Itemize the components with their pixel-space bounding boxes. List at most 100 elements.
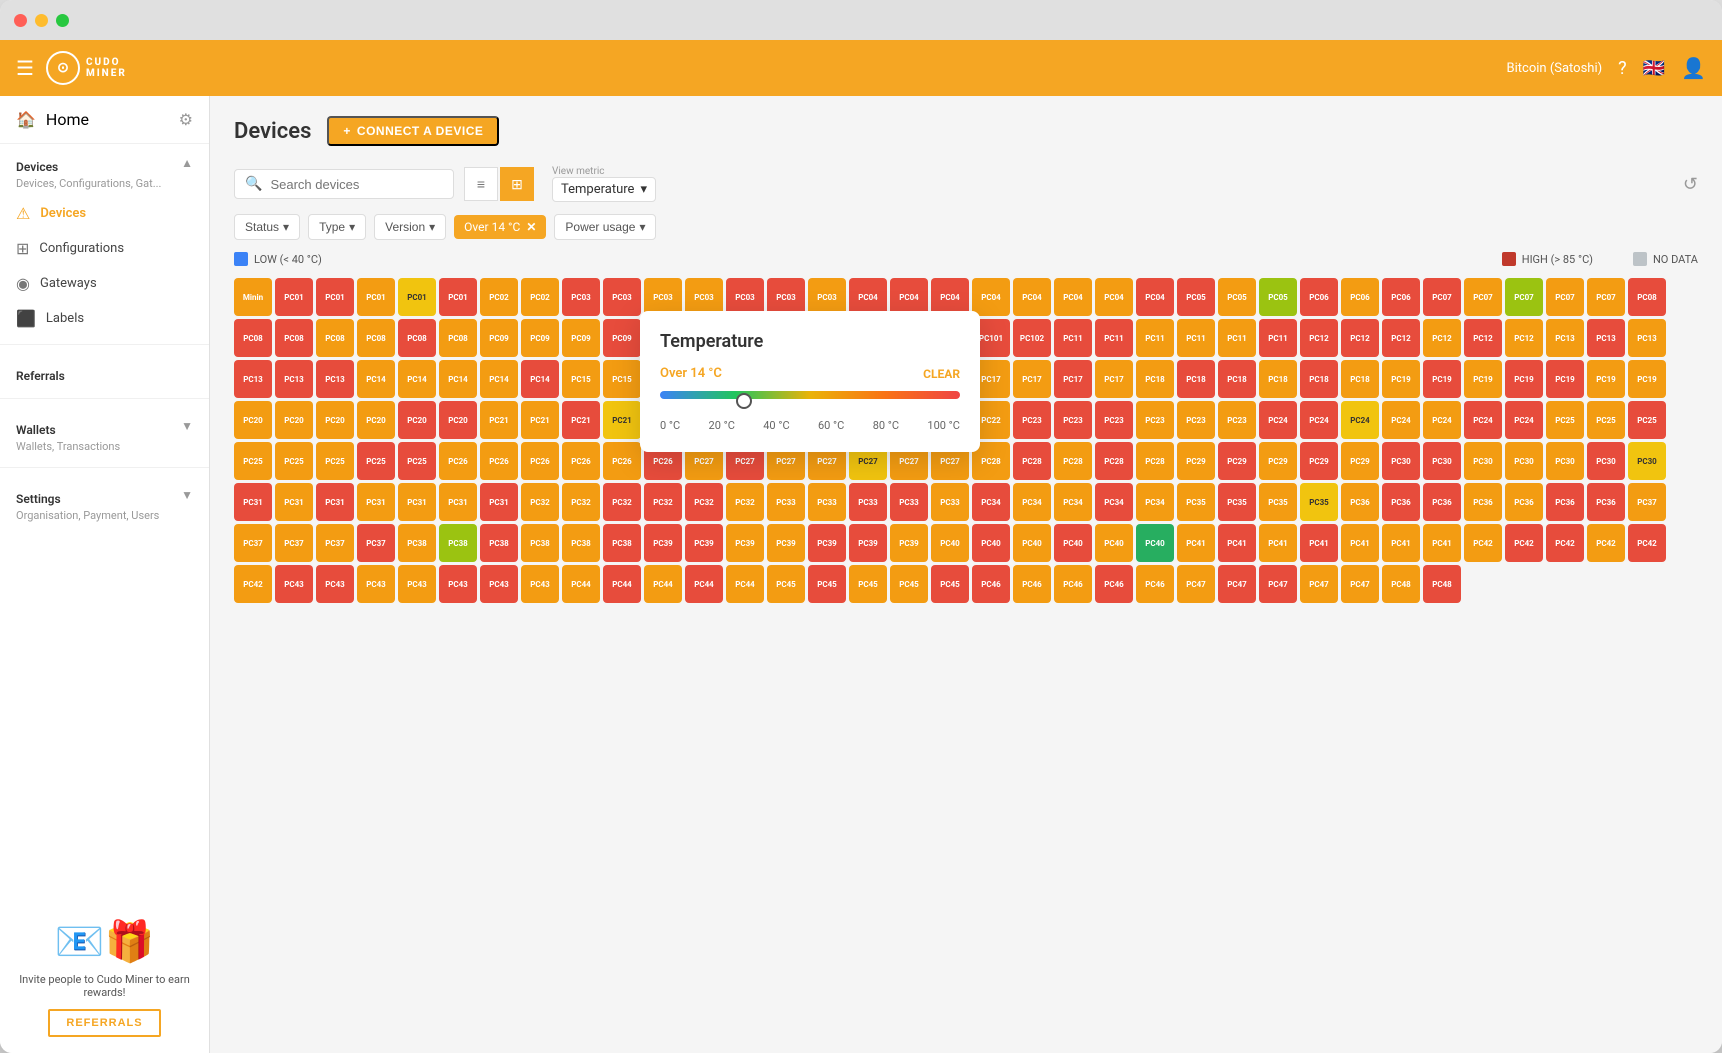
device-tile[interactable]: PC43	[439, 565, 477, 603]
device-tile[interactable]: PC17	[1013, 360, 1051, 398]
device-tile[interactable]: PC23	[1177, 401, 1215, 439]
device-tile[interactable]: PC25	[316, 442, 354, 480]
device-tile[interactable]: PC102	[1013, 319, 1051, 357]
sidebar-home[interactable]: 🏠 Home ⚙	[0, 96, 209, 144]
device-tile[interactable]: PC33	[808, 483, 846, 521]
device-tile[interactable]: PC26	[480, 442, 518, 480]
device-tile[interactable]: PC19	[1505, 360, 1543, 398]
device-tile[interactable]: PC09	[603, 319, 641, 357]
status-filter[interactable]: Status ▾	[234, 214, 300, 240]
device-tile[interactable]: PC31	[234, 483, 272, 521]
device-tile[interactable]: PC11	[1136, 319, 1174, 357]
device-tile[interactable]: PC28	[1136, 442, 1174, 480]
device-tile[interactable]: PC36	[1382, 483, 1420, 521]
device-tile[interactable]: PC20	[275, 401, 313, 439]
device-tile[interactable]: PC12	[1382, 319, 1420, 357]
device-tile[interactable]: PC19	[1628, 360, 1666, 398]
device-tile[interactable]: PC34	[1013, 483, 1051, 521]
menu-icon[interactable]: ☰	[16, 56, 34, 80]
device-tile[interactable]: PC34	[972, 483, 1010, 521]
power-usage-filter[interactable]: Power usage ▾	[554, 214, 656, 240]
device-tile[interactable]: PC41	[1300, 524, 1338, 562]
device-tile[interactable]: PC05	[1177, 278, 1215, 316]
device-tile[interactable]: PC34	[1136, 483, 1174, 521]
device-tile[interactable]: PC12	[1300, 319, 1338, 357]
device-tile[interactable]: PC26	[521, 442, 559, 480]
device-tile[interactable]: PC15	[603, 360, 641, 398]
device-tile[interactable]: PC41	[1423, 524, 1461, 562]
device-tile[interactable]: PC06	[1341, 278, 1379, 316]
device-tile[interactable]: PC38	[521, 524, 559, 562]
device-tile[interactable]: PC41	[1177, 524, 1215, 562]
remove-filter-button[interactable]: ✕	[526, 220, 536, 234]
device-tile[interactable]: PC24	[1300, 401, 1338, 439]
device-tile[interactable]: PC41	[1382, 524, 1420, 562]
device-tile[interactable]: PC25	[275, 442, 313, 480]
device-tile[interactable]: PC13	[275, 360, 313, 398]
device-tile[interactable]: PC29	[1218, 442, 1256, 480]
device-tile[interactable]: PC13	[1587, 319, 1625, 357]
device-tile[interactable]: PC08	[275, 319, 313, 357]
device-tile[interactable]: PC18	[1259, 360, 1297, 398]
device-tile[interactable]: PC05	[1218, 278, 1256, 316]
device-tile[interactable]: PC23	[1054, 401, 1092, 439]
device-tile[interactable]: PC13	[1546, 319, 1584, 357]
device-tile[interactable]: PC38	[398, 524, 436, 562]
device-tile[interactable]: PC44	[562, 565, 600, 603]
device-tile[interactable]: PC42	[234, 565, 272, 603]
device-tile[interactable]: PC44	[685, 565, 723, 603]
device-tile[interactable]: PC04	[972, 278, 1010, 316]
device-tile[interactable]: PC30	[1382, 442, 1420, 480]
minimize-button[interactable]	[35, 14, 48, 27]
device-tile[interactable]: PC29	[1300, 442, 1338, 480]
device-tile[interactable]: PC07	[1464, 278, 1502, 316]
device-tile[interactable]: PC37	[316, 524, 354, 562]
device-tile[interactable]: PC20	[234, 401, 272, 439]
device-tile[interactable]: PC39	[849, 524, 887, 562]
view-metric-dropdown[interactable]: Temperature ▾	[552, 177, 656, 202]
sidebar-item-devices[interactable]: ⚠ Devices	[0, 196, 209, 231]
refresh-button[interactable]: ↺	[1683, 174, 1698, 195]
device-tile[interactable]: PC30	[1628, 442, 1666, 480]
settings-icon[interactable]: ⚙	[179, 110, 193, 129]
wallets-arrow[interactable]: ▼	[181, 419, 193, 433]
device-tile[interactable]: PC29	[1259, 442, 1297, 480]
device-tile[interactable]: PC30	[1505, 442, 1543, 480]
device-tile[interactable]: PC18	[1218, 360, 1256, 398]
device-tile[interactable]: PC23	[1013, 401, 1051, 439]
device-tile[interactable]: PC21	[521, 401, 559, 439]
device-tile[interactable]: PC25	[1546, 401, 1584, 439]
device-tile[interactable]: PC33	[890, 483, 928, 521]
device-tile[interactable]: PC15	[562, 360, 600, 398]
device-tile[interactable]: PC24	[1382, 401, 1420, 439]
device-tile[interactable]: PC06	[1300, 278, 1338, 316]
device-tile[interactable]: PC48	[1382, 565, 1420, 603]
currency-label[interactable]: Bitcoin (Satoshi)	[1507, 61, 1603, 76]
device-tile[interactable]: PC04	[1054, 278, 1092, 316]
device-tile[interactable]: PC33	[767, 483, 805, 521]
device-tile[interactable]: PC40	[1054, 524, 1092, 562]
device-tile[interactable]: PC37	[357, 524, 395, 562]
device-tile[interactable]: PC33	[849, 483, 887, 521]
account-icon[interactable]: 👤	[1681, 56, 1706, 80]
device-tile[interactable]: PC47	[1300, 565, 1338, 603]
device-tile[interactable]: PC35	[1259, 483, 1297, 521]
device-tile[interactable]: PC26	[439, 442, 477, 480]
device-tile[interactable]: PC21	[480, 401, 518, 439]
list-view-button[interactable]: ≡	[464, 167, 498, 201]
sidebar-item-labels[interactable]: ⬛ Labels	[0, 301, 209, 336]
device-tile[interactable]: PC11	[1177, 319, 1215, 357]
device-tile[interactable]: PC25	[357, 442, 395, 480]
device-tile[interactable]: PC19	[1382, 360, 1420, 398]
temp-thumb[interactable]	[736, 393, 752, 409]
device-tile[interactable]: PC04	[1095, 278, 1133, 316]
device-tile[interactable]: PC31	[439, 483, 477, 521]
device-tile[interactable]: PC43	[480, 565, 518, 603]
device-tile[interactable]: PC45	[849, 565, 887, 603]
device-tile[interactable]: PC43	[316, 565, 354, 603]
device-tile[interactable]: PC36	[1341, 483, 1379, 521]
device-tile[interactable]: PC05	[1259, 278, 1297, 316]
device-tile[interactable]: PC36	[1546, 483, 1584, 521]
device-tile[interactable]: PC23	[1218, 401, 1256, 439]
sidebar-wallets[interactable]: Wallets ▼ Wallets, Transactions	[0, 407, 209, 459]
